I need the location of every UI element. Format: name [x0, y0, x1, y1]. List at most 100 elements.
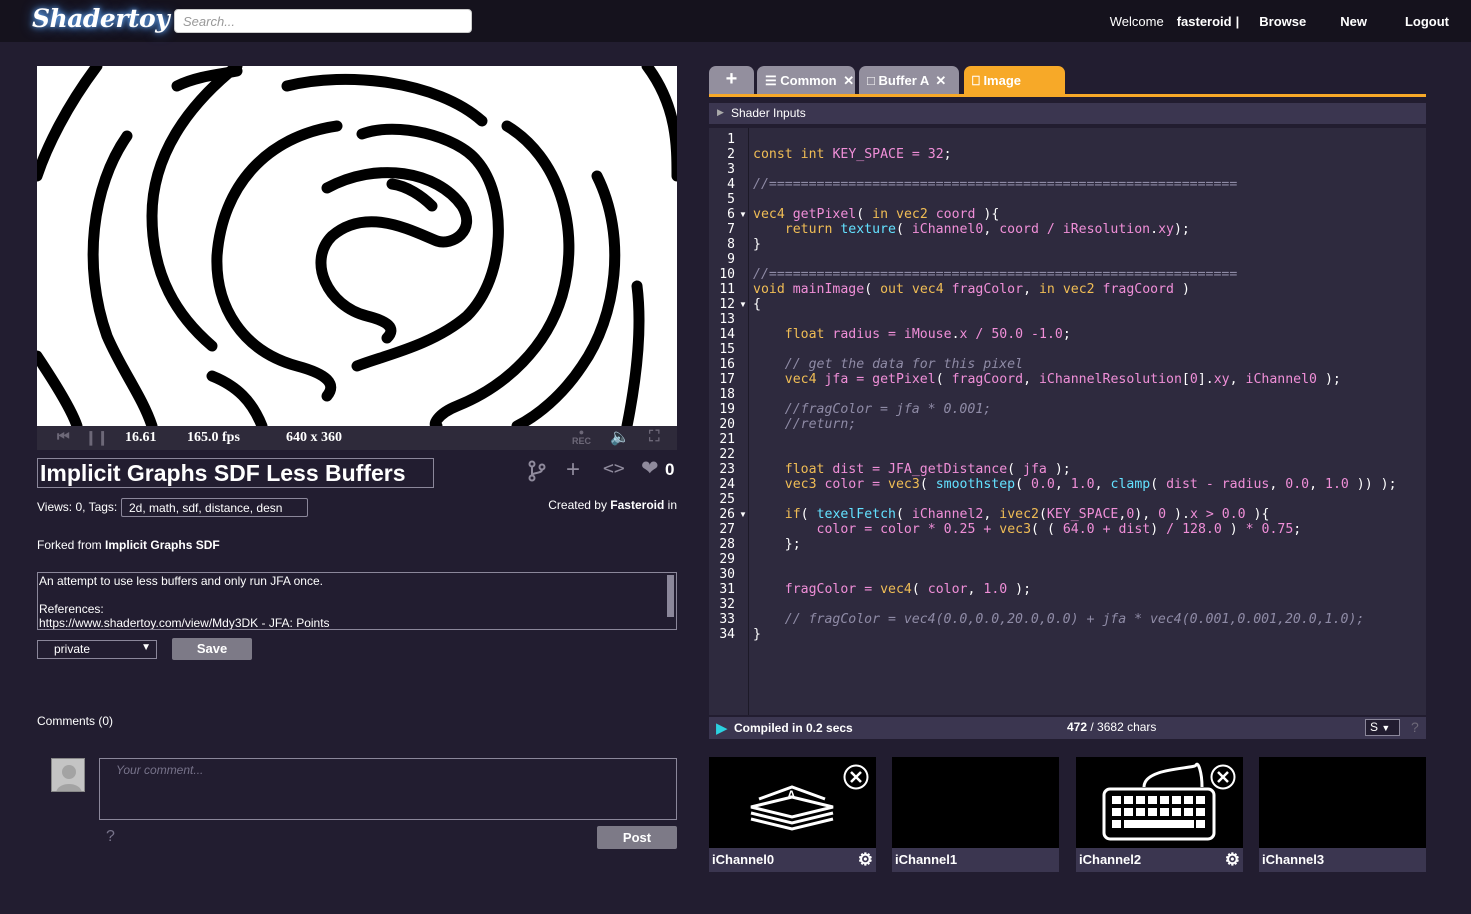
- close-icon[interactable]: [843, 764, 869, 790]
- username-link[interactable]: fasteroid: [1177, 14, 1232, 29]
- chars-used: 472: [1067, 720, 1088, 734]
- code-line[interactable]: vec3 color = vec3( smoothstep( 0.0, 1.0,…: [753, 477, 1397, 492]
- likes-count: 0: [665, 460, 675, 479]
- tab-label: Buffer A: [878, 73, 929, 88]
- fold-arrow-icon[interactable]: ▼: [739, 510, 747, 519]
- logout-link[interactable]: Logout: [1405, 14, 1449, 29]
- help-icon[interactable]: ?: [106, 828, 115, 846]
- post-button[interactable]: Post: [597, 826, 677, 849]
- description-line: An attempt to use less buffers and only …: [39, 574, 323, 588]
- save-button[interactable]: Save: [172, 638, 252, 660]
- forked-from-link[interactable]: Implicit Graphs SDF: [105, 538, 220, 552]
- code-line[interactable]: void mainImage( out vec4 fragColor, in v…: [753, 282, 1190, 297]
- code-line[interactable]: float radius = iMouse.x / 50.0 -1.0;: [753, 327, 1071, 342]
- compile-play-icon[interactable]: ▶: [716, 719, 728, 737]
- channel-slot-0[interactable]: A iChannel0 ⚙: [709, 757, 876, 872]
- description-scrollbar[interactable]: [667, 575, 674, 617]
- fps-display: 165.0 fps: [187, 430, 240, 445]
- close-icon[interactable]: ✕: [843, 73, 854, 88]
- chevron-down-icon: ▼: [141, 642, 151, 653]
- heart-icon[interactable]: ❤: [641, 456, 659, 481]
- channel-slot-2[interactable]: iChannel2 ⚙: [1076, 757, 1243, 872]
- time-display: 16.61: [125, 430, 157, 445]
- forked-from-prefix: Forked from: [37, 538, 102, 552]
- line-number: 5: [727, 192, 735, 207]
- tab-common[interactable]: ☰ Common ✕: [757, 66, 855, 94]
- add-icon[interactable]: +: [566, 456, 580, 484]
- fork-icon[interactable]: [528, 460, 546, 488]
- tab-label: Common: [780, 73, 837, 88]
- code-line[interactable]: // get the data for this pixel: [753, 357, 1023, 372]
- volume-icon[interactable]: 🔈: [610, 427, 630, 447]
- code-line[interactable]: color = color * 0.25 + vec3( ( 64.0 + di…: [753, 522, 1302, 537]
- code-line[interactable]: fragColor = vec4( color, 1.0 );: [753, 582, 1031, 597]
- code-line[interactable]: float dist = JFA_getDistance( jfa );: [753, 462, 1071, 477]
- pause-icon[interactable]: ❙❙: [85, 430, 108, 447]
- shader-inputs-toggle[interactable]: ▶ Shader Inputs: [709, 103, 1426, 124]
- code-line[interactable]: //======================================…: [753, 267, 1237, 282]
- monitor-icon: ⎕: [972, 73, 980, 88]
- comment-input[interactable]: Your comment...: [99, 758, 677, 820]
- line-number: 10: [719, 267, 735, 282]
- forked-from: Forked from Implicit Graphs SDF: [37, 538, 220, 552]
- user-silhouette-icon: [56, 765, 82, 791]
- line-number: 16: [719, 357, 735, 372]
- tab-buffer-a[interactable]: □ Buffer A ✕: [859, 66, 959, 94]
- line-number: 13: [719, 312, 735, 327]
- line-number: 30: [719, 567, 735, 582]
- code-line[interactable]: if( texelFetch( iChannel2, ivec2(KEY_SPA…: [753, 507, 1270, 522]
- visibility-select[interactable]: private ▼: [37, 640, 157, 659]
- close-icon[interactable]: [1210, 764, 1236, 790]
- description-line: [39, 588, 675, 602]
- channel-slot-1[interactable]: iChannel1: [892, 757, 1059, 872]
- code-line[interactable]: vec4 jfa = getPixel( fragCoord, iChannel…: [753, 372, 1341, 387]
- code-line[interactable]: }: [753, 237, 761, 252]
- channel-name: iChannel1: [895, 852, 958, 867]
- line-number: 18: [719, 387, 735, 402]
- line-number: 29: [719, 552, 735, 567]
- code-editor[interactable]: 1 2 3 4 5 6 ▼ 7 8 9 10 11 12 ▼ 13 14 15 16 17 18 19 20 21 22 23 2…: [709, 128, 1426, 715]
- code-line[interactable]: };: [753, 537, 801, 552]
- code-line[interactable]: const int KEY_SPACE = 32;: [753, 147, 952, 162]
- shader-inputs-label: Shader Inputs: [731, 106, 806, 120]
- shader-title-input[interactable]: Implicit Graphs SDF Less Buffers: [37, 458, 434, 488]
- gear-icon[interactable]: ⚙: [858, 850, 873, 870]
- rewind-icon[interactable]: ⏮: [57, 430, 70, 446]
- font-size-select[interactable]: S ▼: [1365, 719, 1400, 736]
- shader-canvas[interactable]: [37, 66, 677, 426]
- shadertoy-logo[interactable]: Shadertoy: [32, 4, 170, 33]
- gear-icon[interactable]: ⚙: [1225, 850, 1240, 870]
- line-number: 7: [727, 222, 735, 237]
- code-line[interactable]: }: [753, 627, 761, 642]
- close-icon[interactable]: ✕: [935, 73, 946, 88]
- author-link[interactable]: Fasteroid: [610, 498, 664, 512]
- channel-slot-3[interactable]: iChannel3: [1259, 757, 1426, 872]
- line-number: 9: [727, 252, 735, 267]
- new-link[interactable]: New: [1340, 14, 1367, 29]
- line-number: 20: [719, 417, 735, 432]
- fullscreen-icon[interactable]: ⛶: [649, 428, 660, 446]
- created-by: Created by Fasteroid in: [548, 498, 677, 512]
- embed-code-icon[interactable]: <>: [603, 458, 625, 479]
- code-line[interactable]: vec4 getPixel( in vec2 coord ){: [753, 207, 999, 222]
- line-number: 1: [727, 132, 735, 147]
- resolution-display: 640 x 360: [286, 430, 342, 445]
- top-bar: Shadertoy Search... Welcome fasteroid | …: [0, 0, 1471, 42]
- tab-add[interactable]: +: [709, 66, 754, 94]
- code-line[interactable]: // fragColor = vec4(0.0,0.0,20.0,0.0) + …: [753, 612, 1365, 627]
- code-line[interactable]: //fragColor = jfa * 0.001;: [753, 402, 991, 417]
- fold-arrow-icon[interactable]: ▼: [739, 210, 747, 219]
- help-icon[interactable]: ?: [1411, 719, 1419, 735]
- fold-arrow-icon[interactable]: ▼: [739, 300, 747, 309]
- browse-link[interactable]: Browse: [1259, 14, 1306, 29]
- line-number: 24: [719, 477, 735, 492]
- code-line[interactable]: return texture( iChannel0, coord / iReso…: [753, 222, 1190, 237]
- tab-image[interactable]: ⎕ Image: [964, 66, 1065, 94]
- record-button[interactable]: ● REC: [572, 428, 591, 446]
- search-input[interactable]: Search...: [174, 9, 472, 33]
- description-textarea[interactable]: An attempt to use less buffers and only …: [37, 572, 677, 630]
- tags-input[interactable]: 2d, math, sdf, distance, desn: [121, 498, 308, 517]
- code-line[interactable]: //return;: [753, 417, 856, 432]
- code-line[interactable]: {: [753, 297, 761, 312]
- code-line[interactable]: //======================================…: [753, 177, 1237, 192]
